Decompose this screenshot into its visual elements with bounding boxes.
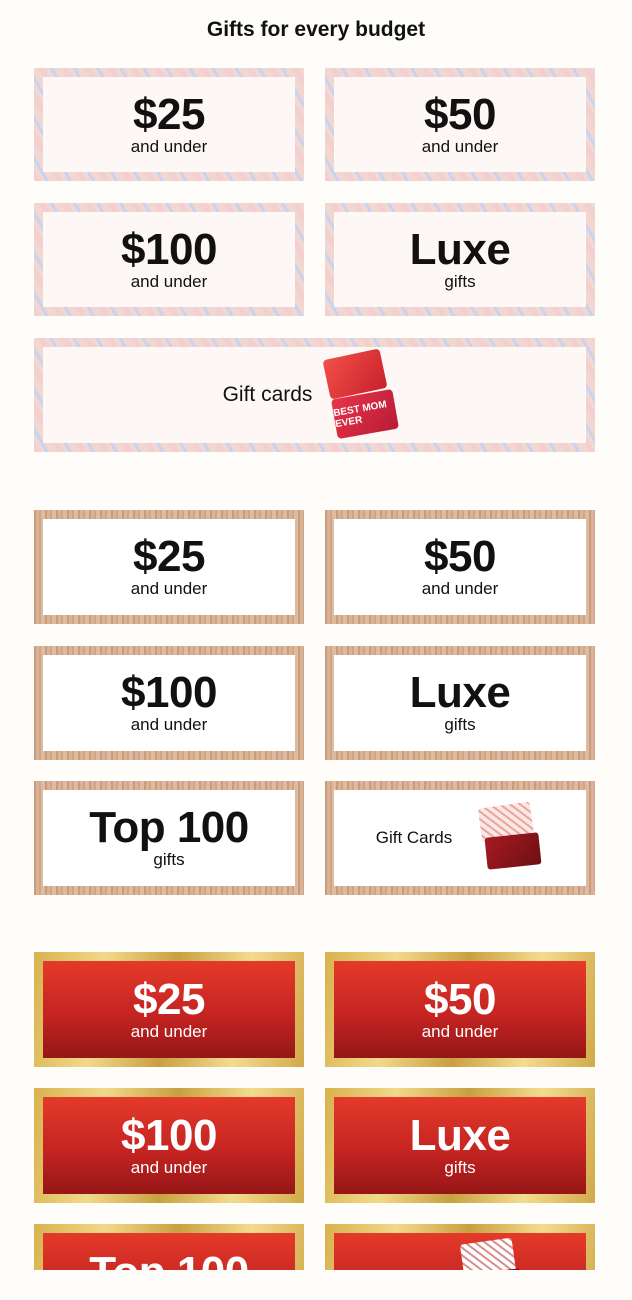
tile-amount: $100 xyxy=(121,224,217,274)
wood-tile-50[interactable]: $50 and under xyxy=(325,510,595,624)
floral-tile-100[interactable]: $100 and under xyxy=(34,203,304,316)
gift-cards-label: Gift cards xyxy=(222,383,313,406)
tile-caption: gifts xyxy=(153,850,185,870)
floral-tile-50[interactable]: $50 and under xyxy=(325,68,595,181)
tile-caption: and under xyxy=(130,579,208,599)
tile-amount: $50 xyxy=(424,974,496,1024)
tile-amount: Top 100 xyxy=(89,803,249,853)
red-tile-25[interactable]: $25 and under xyxy=(34,952,304,1067)
tile-caption: and under xyxy=(130,715,208,735)
gift-card-image: BEST MOM EVER xyxy=(320,348,406,440)
gift-card-back xyxy=(484,832,542,870)
red-tile-gift-cards[interactable] xyxy=(325,1224,595,1270)
tile-caption: and under xyxy=(130,1021,208,1041)
tile-caption: gifts xyxy=(444,715,476,735)
tile-caption: and under xyxy=(421,579,499,599)
tile-amount: $25 xyxy=(133,974,205,1024)
tile-amount: Luxe xyxy=(409,668,511,718)
floral-tile-gift-cards[interactable]: Gift cards BEST MOM EVER xyxy=(34,338,595,452)
tile-caption: and under xyxy=(130,271,208,291)
red-tile-luxe[interactable]: Luxe gifts xyxy=(325,1088,595,1203)
tile-amount: $100 xyxy=(121,668,217,718)
page-title: Gifts for every budget xyxy=(206,18,426,41)
tile-caption: and under xyxy=(130,136,208,156)
tile-caption: gifts xyxy=(444,1157,476,1177)
wood-tile-luxe[interactable]: Luxe gifts xyxy=(325,646,595,760)
wood-tile-gift-cards[interactable]: Gift Cards xyxy=(325,781,595,895)
tile-amount: Luxe xyxy=(409,1110,511,1160)
tile-caption: and under xyxy=(421,1021,499,1041)
tile-amount: $25 xyxy=(133,89,205,139)
tile-amount: $25 xyxy=(133,532,205,582)
gift-card-image xyxy=(474,801,544,873)
red-tile-50[interactable]: $50 and under xyxy=(325,952,595,1067)
tile-amount: Luxe xyxy=(409,224,511,274)
wood-tile-top-100[interactable]: Top 100 gifts xyxy=(34,781,304,895)
tile-amount: $50 xyxy=(424,532,496,582)
page-viewport: Gifts for every budget $25 and under $50… xyxy=(0,0,632,1270)
gift-card-front xyxy=(459,1237,517,1270)
tile-amount: $100 xyxy=(121,1110,217,1160)
tile-amount: $50 xyxy=(424,89,496,139)
red-tile-100[interactable]: $100 and under xyxy=(34,1088,304,1203)
gift-cards-label: Gift Cards xyxy=(375,828,453,847)
wood-tile-100[interactable]: $100 and under xyxy=(34,646,304,760)
tile-amount: Top 100 xyxy=(89,1251,249,1271)
tile-caption: and under xyxy=(130,1157,208,1177)
gift-card-image xyxy=(456,1237,526,1270)
floral-tile-25[interactable]: $25 and under xyxy=(34,68,304,181)
tile-caption: gifts xyxy=(444,271,476,291)
wood-tile-25[interactable]: $25 and under xyxy=(34,510,304,624)
red-tile-top-100[interactable]: Top 100 gifts xyxy=(34,1224,304,1270)
tile-caption: and under xyxy=(421,136,499,156)
floral-tile-luxe[interactable]: Luxe gifts xyxy=(325,203,595,316)
